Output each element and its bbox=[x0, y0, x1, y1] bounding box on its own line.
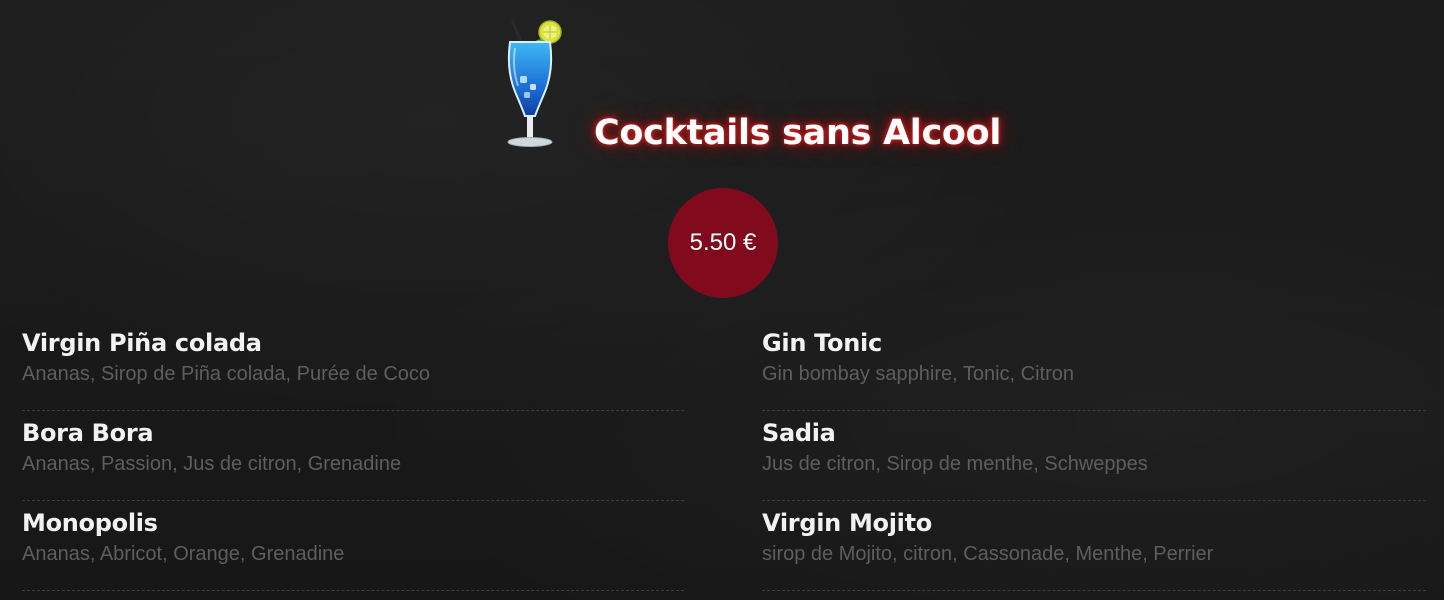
menu-item-description: Jus de citron, Sirop de menthe, Schweppe… bbox=[762, 453, 1148, 475]
menu-item-description: Ananas, Passion, Jus de citron, Grenadin… bbox=[22, 453, 402, 475]
menu-item-name: Bora Bora bbox=[22, 419, 154, 447]
menu-item-name: Virgin Piña colada bbox=[22, 329, 262, 357]
menu-item-description: Ananas, Abricot, Orange, Grenadine bbox=[22, 543, 345, 565]
price-badge: 5.50 € bbox=[668, 188, 778, 298]
menu-item-name: Monopolis bbox=[22, 509, 158, 537]
menu-item: Sadia Jus de citron, Sirop de menthe, Sc… bbox=[762, 412, 1426, 501]
price-value: 5.50 € bbox=[689, 229, 757, 256]
menu-item: Monopolis Ananas, Abricot, Orange, Grena… bbox=[22, 502, 684, 591]
menu-item: Bora Bora Ananas, Passion, Jus de citron… bbox=[22, 412, 684, 501]
menu-item: Gin Tonic Gin bombay sapphire, Tonic, Ci… bbox=[762, 322, 1426, 411]
menu-item: Virgin Mojito sirop de Mojito, citron, C… bbox=[762, 502, 1426, 591]
cocktail-glass-icon bbox=[507, 19, 562, 147]
menu-item-name: Sadia bbox=[762, 419, 836, 447]
menu-item-description: Ananas, Sirop de Piña colada, Purée de C… bbox=[22, 363, 431, 385]
menu-item-list: Virgin Piña colada Ananas, Sirop de Piña… bbox=[22, 322, 1426, 592]
section-title: Cocktails sans Alcool bbox=[594, 113, 1002, 153]
menu-item-description: sirop de Mojito, citron, Cassonade, Ment… bbox=[762, 543, 1214, 565]
menu-item: Virgin Piña colada Ananas, Sirop de Piña… bbox=[22, 322, 684, 411]
menu-item-name: Gin Tonic bbox=[762, 329, 882, 357]
menu-section-header: Cocktails sans Alcool 5.50 € bbox=[0, 0, 1444, 298]
menu-item-name: Virgin Mojito bbox=[762, 509, 932, 537]
menu-item-description: Gin bombay sapphire, Tonic, Citron bbox=[762, 363, 1075, 385]
